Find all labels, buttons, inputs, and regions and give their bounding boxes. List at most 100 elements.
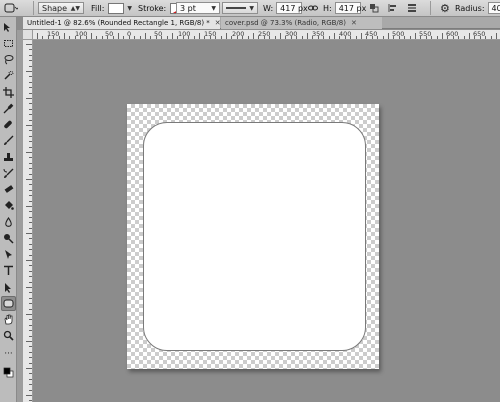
ruler-tick-mark — [29, 65, 32, 67]
chevron-down-icon[interactable]: ▼ — [127, 5, 132, 12]
ruler-tick-mark — [382, 36, 384, 39]
ruler-tick-mark — [29, 114, 32, 116]
ruler-tick-mark — [312, 36, 314, 39]
path-arrangement-icon — [408, 4, 416, 12]
radius-value: 40 p — [491, 3, 500, 13]
ruler-tick-mark — [29, 103, 32, 105]
tool-preset-picker[interactable] — [4, 2, 18, 14]
marquee-tool-icon — [4, 40, 13, 47]
dodge-tool[interactable] — [1, 231, 16, 246]
ruler-tick-mark — [29, 60, 32, 62]
crop-tool-icon — [3, 87, 14, 98]
healing-brush-tool[interactable] — [1, 117, 16, 132]
tool-mode-select[interactable]: Shape ▲▼ — [38, 2, 84, 14]
ruler-tick-mark — [328, 36, 330, 39]
more-tools-button[interactable]: ··· — [1, 347, 16, 362]
eraser-tool[interactable] — [1, 182, 16, 197]
zoom-tool-icon — [3, 330, 14, 341]
paint-bucket-tool[interactable] — [1, 198, 16, 213]
marquee-tool[interactable] — [1, 36, 16, 51]
ruler-tick-mark — [29, 108, 32, 110]
gear-icon: ⚙ — [440, 1, 450, 15]
fill-label: Fill: — [91, 3, 105, 13]
ruler-tick-mark — [242, 36, 244, 39]
ruler-tick-mark — [425, 36, 427, 39]
ruler-tick-mark — [101, 36, 103, 39]
height-field[interactable]: 417 px — [334, 2, 366, 14]
quick-select-tool[interactable] — [1, 68, 16, 83]
tab-cover-psd[interactable]: cover.psd @ 73.3% (Radio, RGB/8) ✕ — [221, 17, 382, 29]
ruler-tick-mark — [26, 341, 32, 342]
type-tool[interactable] — [1, 263, 16, 278]
blur-tool[interactable] — [1, 215, 16, 230]
vertical-ruler[interactable] — [23, 40, 33, 402]
ruler-tick-mark — [258, 36, 260, 39]
eyedropper-tool-icon — [3, 103, 14, 114]
eyedropper-tool[interactable] — [1, 101, 16, 116]
ruler-tick-mark — [96, 36, 98, 39]
clone-stamp-tool[interactable] — [1, 150, 16, 165]
ruler-tick-mark — [29, 330, 32, 332]
ruler-tick-mark — [285, 36, 287, 39]
move-tool-icon — [4, 23, 10, 32]
move-tool[interactable] — [1, 20, 16, 35]
color-swatches[interactable] — [1, 365, 16, 380]
horizontal-ruler[interactable]: 150 100 50 0 50 100 150 200 250 300 350 … — [33, 30, 500, 40]
ruler-tick-mark — [29, 297, 32, 299]
stroke-label: Stroke: — [138, 3, 167, 13]
path-select-tool[interactable] — [1, 280, 16, 295]
path-alignment-icon — [388, 4, 396, 12]
close-icon[interactable]: ✕ — [215, 19, 221, 27]
ruler-tick-mark — [458, 36, 460, 39]
ruler-tick-mark — [485, 36, 487, 39]
close-icon[interactable]: ✕ — [351, 19, 357, 27]
ruler-tick-mark — [29, 227, 32, 229]
ruler-tick-mark — [29, 184, 32, 186]
document-canvas[interactable] — [127, 104, 379, 369]
ruler-tick-mark — [469, 33, 470, 39]
chevron-down-icon[interactable]: ▼ — [211, 5, 216, 12]
tab-label: Untitled-1 @ 82.6% (Rounded Rectangle 1,… — [27, 19, 210, 27]
path-alignment-button[interactable] — [388, 2, 398, 14]
ruler-tick-mark — [29, 324, 32, 326]
path-arrangement-button[interactable] — [407, 2, 417, 14]
fill-swatch[interactable] — [108, 2, 125, 14]
radius-field[interactable]: 40 p — [487, 2, 500, 14]
paint-bucket-tool-icon — [5, 201, 14, 210]
zoom-tool[interactable] — [1, 328, 16, 343]
history-brush-tool-icon — [3, 168, 14, 178]
hand-tool[interactable] — [1, 312, 16, 327]
ruler-tick-mark — [29, 335, 32, 337]
link-icon[interactable] — [308, 4, 318, 12]
ruler-tick-mark — [215, 36, 217, 39]
pen-tool[interactable] — [1, 247, 16, 262]
stroke-width-value: 3 pt — [180, 3, 196, 13]
ruler-tick-mark — [29, 81, 32, 83]
tab-untitled-1[interactable]: Untitled-1 @ 82.6% (Rounded Rectangle 1,… — [23, 17, 221, 29]
stroke-width-field[interactable]: 3 pt ▼ — [176, 2, 220, 14]
crop-tool[interactable] — [1, 85, 16, 100]
ruler-tick-mark — [253, 33, 254, 39]
ruler-tick-mark — [64, 33, 65, 39]
lasso-tool[interactable] — [1, 52, 16, 67]
ruler-tick-mark — [118, 33, 119, 39]
ruler-tick-mark — [37, 33, 38, 39]
ruler-tick-mark — [29, 130, 32, 132]
path-operations-button[interactable] — [369, 2, 379, 14]
ruler-tick-mark — [355, 36, 357, 39]
width-field[interactable]: 417 px — [276, 2, 308, 14]
ruler-tick-mark — [29, 195, 32, 197]
settings-button[interactable]: ⚙ — [440, 1, 450, 15]
ruler-tick-mark — [220, 36, 222, 39]
stroke-type-select[interactable]: ▼ — [222, 2, 258, 14]
rounded-rectangle-shape[interactable] — [143, 122, 366, 351]
ruler-tick-mark — [420, 36, 422, 39]
rounded-rectangle-tool[interactable] — [1, 296, 16, 311]
ruler-origin[interactable] — [23, 30, 33, 40]
history-brush-tool[interactable] — [1, 166, 16, 181]
ruler-tick-mark — [29, 238, 32, 240]
ruler-tick-mark — [350, 36, 352, 39]
brush-tool[interactable] — [1, 133, 16, 148]
ruler-tick-mark — [29, 389, 32, 391]
ruler-tick-mark — [274, 36, 276, 39]
